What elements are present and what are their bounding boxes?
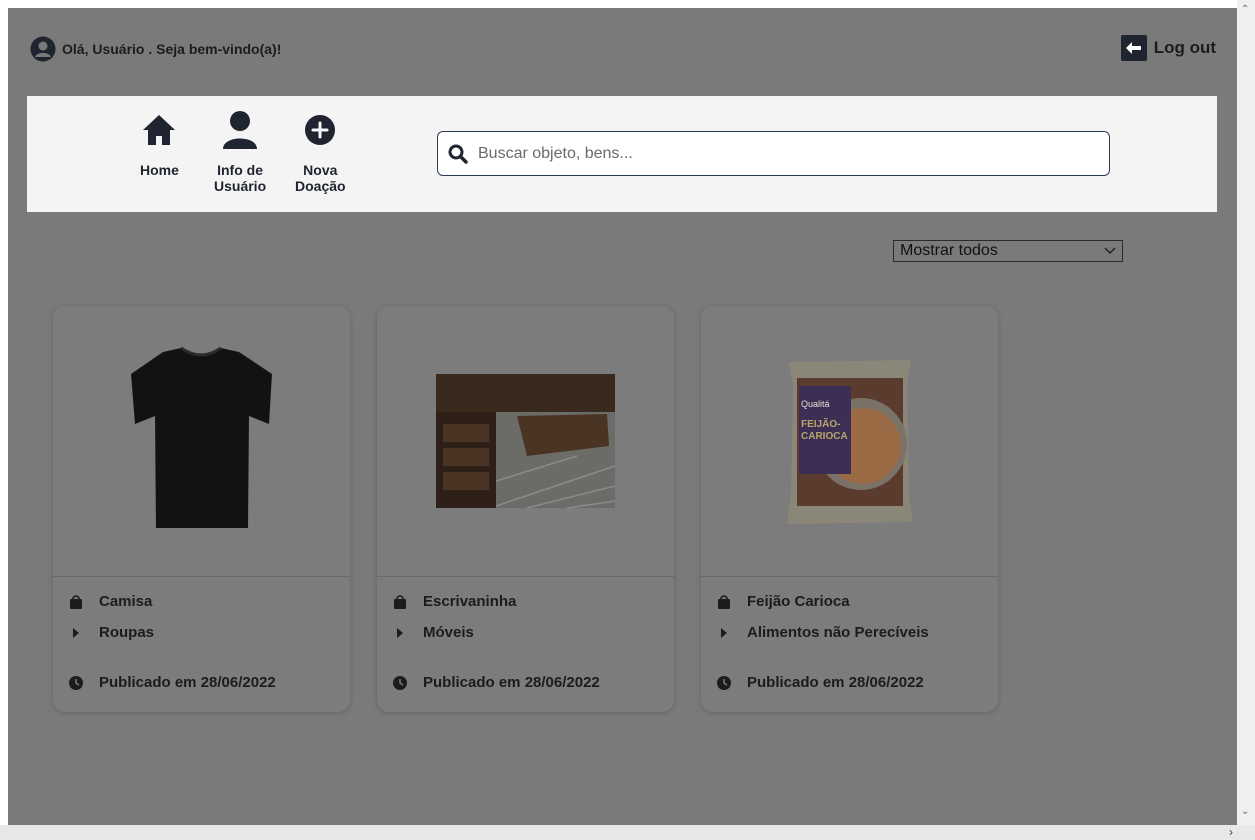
item-category-row: Roupas [69, 624, 154, 641]
item-image [53, 306, 350, 576]
clock-icon [393, 675, 407, 690]
item-name-row: Feijão Carioca [717, 593, 850, 610]
item-category: Móveis [423, 624, 474, 641]
greeting: Olá, Usuário . Seja bem-vindo(a)! [30, 36, 281, 62]
vertical-scrollbar[interactable]: ⌃ ⌄ [1237, 0, 1255, 825]
item-date-row: Publicado em 28/06/2022 [393, 674, 600, 691]
chevron-down-icon [1104, 247, 1116, 255]
scroll-right-icon[interactable]: › [1229, 825, 1233, 839]
item-name: Feijão Carioca [747, 593, 850, 610]
page-viewport: Olá, Usuário . Seja bem-vindo(a)! Log ou… [8, 8, 1237, 825]
item-name: Camisa [99, 593, 153, 610]
card-divider [53, 576, 350, 577]
plus-circle-icon [304, 110, 336, 150]
item-date-row: Publicado em 28/06/2022 [69, 674, 276, 691]
nav-home[interactable]: Home [140, 110, 179, 178]
donation-card[interactable]: Escrivaninha Móveis Publicado em 28/06/2… [377, 306, 674, 712]
bean-package-image [787, 360, 913, 524]
clock-icon [717, 675, 731, 690]
greeting-text: Olá, Usuário . Seja bem-vindo(a)! [62, 41, 282, 57]
package-brand: Qualitá [801, 399, 830, 409]
home-icon [141, 110, 177, 150]
package-line1: FEIJÃO- [801, 419, 841, 430]
item-date: Publicado em 28/06/2022 [99, 674, 276, 691]
item-category: Roupas [99, 624, 155, 641]
caret-right-icon [69, 627, 83, 639]
nav-user-info-label: Info de Usuário [214, 162, 267, 194]
logout-icon [1120, 35, 1147, 61]
item-name: Escrivaninha [423, 593, 517, 610]
scroll-down-icon[interactable]: ⌄ [1241, 806, 1249, 817]
filter-selected-value: Mostrar todos [900, 242, 998, 259]
package-line2: CARIOCA [801, 431, 848, 442]
item-date-row: Publicado em 28/06/2022 [717, 674, 924, 691]
bag-icon [393, 594, 407, 609]
logout-button[interactable]: Log out [1120, 35, 1216, 61]
desk-image [436, 374, 616, 509]
user-icon [220, 110, 260, 150]
card-divider [701, 576, 998, 577]
item-image: Qualitá FEIJÃO- CARIOCA [701, 306, 998, 576]
clock-icon [69, 675, 83, 690]
search-icon [448, 144, 468, 164]
logout-label: Log out [1153, 38, 1216, 57]
bag-icon [69, 594, 83, 609]
nav-new-donation-label: Nova Doação [295, 162, 346, 194]
caret-right-icon [393, 627, 407, 639]
item-date: Publicado em 28/06/2022 [747, 674, 924, 691]
card-divider [377, 576, 674, 577]
item-name-row: Camisa [69, 593, 152, 610]
item-date: Publicado em 28/06/2022 [423, 674, 600, 691]
horizontal-scrollbar[interactable]: › [0, 825, 1255, 840]
item-category-row: Móveis [393, 624, 474, 641]
search-input[interactable] [476, 143, 1080, 164]
bag-icon [717, 594, 731, 609]
donation-card[interactable]: Camisa Roupas Publicado em 28/06/2022 [53, 306, 350, 712]
item-image [377, 306, 674, 576]
nav-panel: Home Info de Usuário Nova Doação [27, 96, 1217, 212]
item-category-row: Alimentos não Perecíveis [717, 624, 929, 641]
donation-card[interactable]: Qualitá FEIJÃO- CARIOCA Feijão Carioca A… [701, 306, 998, 712]
item-name-row: Escrivaninha [393, 593, 516, 610]
nav-new-donation[interactable]: Nova Doação [295, 110, 346, 194]
filter-select[interactable]: Mostrar todos [893, 240, 1123, 262]
search-box [437, 131, 1110, 176]
scroll-up-icon[interactable]: ⌃ [1241, 4, 1249, 15]
tshirt-image [131, 346, 272, 528]
nav-user-info[interactable]: Info de Usuário [214, 110, 266, 194]
top-bar: Olá, Usuário . Seja bem-vindo(a)! Log ou… [8, 8, 1237, 96]
caret-right-icon [717, 627, 731, 639]
user-circle-icon [30, 36, 56, 62]
item-category: Alimentos não Perecíveis [747, 624, 929, 641]
nav-home-label: Home [140, 162, 179, 178]
